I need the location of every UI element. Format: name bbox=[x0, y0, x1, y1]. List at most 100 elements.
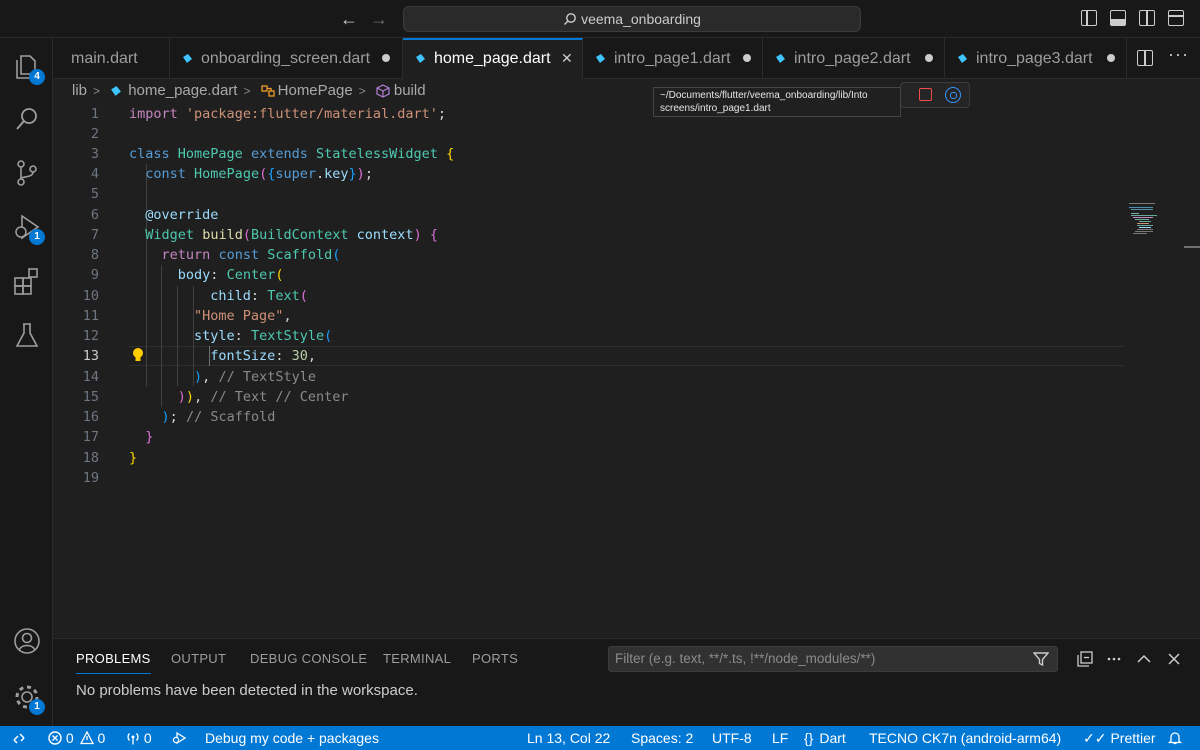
explorer-badge: 4 bbox=[29, 69, 45, 85]
tab-label: main.dart bbox=[71, 50, 138, 67]
encoding[interactable]: UTF-8 bbox=[712, 726, 752, 750]
tab-label: intro_page1.dart bbox=[614, 50, 731, 67]
ports-status[interactable]: 0 bbox=[126, 726, 152, 750]
remote-indicator-icon[interactable] bbox=[12, 726, 26, 750]
breadcrumb-class[interactable]: HomePage bbox=[278, 82, 353, 99]
code-line: child: Text( bbox=[210, 288, 308, 304]
cursor-position[interactable]: Ln 13, Col 22 bbox=[527, 726, 610, 750]
double-check-icon: ✓✓ bbox=[1083, 730, 1107, 746]
breadcrumb-method[interactable]: build bbox=[394, 82, 426, 99]
breadcrumb-folder[interactable]: lib bbox=[72, 82, 87, 99]
end-of-line[interactable]: LF bbox=[772, 726, 788, 750]
braces-icon: {} bbox=[804, 730, 814, 746]
extensions-icon[interactable] bbox=[12, 266, 42, 296]
command-center-search[interactable]: veema_onboarding bbox=[403, 6, 861, 32]
code-line: import 'package:flutter/material.dart'; bbox=[129, 106, 447, 122]
tab-terminal[interactable]: TERMINAL bbox=[383, 651, 451, 666]
status-bar: 0 0 0 Debug my code + packages Ln 13, Co… bbox=[0, 726, 1200, 750]
warning-count: 0 bbox=[97, 730, 106, 746]
tab-label: intro_page3.dart bbox=[976, 50, 1093, 67]
source-control-icon[interactable] bbox=[12, 158, 42, 188]
run-and-debug-icon[interactable]: 1 bbox=[12, 212, 45, 245]
code-line: ), // TextStyle bbox=[194, 369, 316, 385]
search-view-icon[interactable] bbox=[12, 104, 42, 134]
scrollbar-cursor-marker bbox=[1184, 246, 1200, 248]
split-editor-icon[interactable] bbox=[1137, 50, 1153, 66]
unsaved-dot-icon bbox=[1107, 54, 1115, 62]
tab-home-page-dart[interactable]: home_page.dart ✕ bbox=[403, 38, 583, 79]
breadcrumb-file[interactable]: home_page.dart bbox=[128, 82, 237, 99]
dart-file-icon bbox=[958, 54, 967, 64]
dart-file-icon bbox=[776, 54, 785, 64]
error-icon bbox=[48, 731, 62, 745]
code-line: style: TextStyle( bbox=[194, 328, 333, 344]
stop-icon[interactable] bbox=[919, 88, 932, 101]
more-icon[interactable] bbox=[1106, 651, 1122, 667]
tab-ports[interactable]: PORTS bbox=[472, 651, 518, 666]
lightbulb-icon[interactable] bbox=[131, 347, 145, 363]
tab-intro-page2-dart[interactable]: intro_page2.dart bbox=[763, 38, 945, 79]
tooltip-line-1: ~/Documents/flutter/veema_onboarding/lib… bbox=[660, 90, 868, 101]
testing-icon[interactable] bbox=[12, 320, 42, 350]
back-arrow-icon[interactable]: ← bbox=[340, 9, 358, 30]
tab-problems[interactable]: PROBLEMS bbox=[76, 651, 151, 674]
language-mode[interactable]: {} Dart bbox=[804, 726, 846, 750]
tab-intro-page1-dart[interactable]: intro_page1.dart bbox=[583, 38, 763, 79]
problems-filter-input[interactable]: Filter (e.g. text, **/*.ts, !**/node_mod… bbox=[608, 646, 1058, 672]
collapse-all-icon[interactable] bbox=[1077, 651, 1093, 667]
tooltip-line-2: screens/intro_page1.dart bbox=[660, 103, 771, 114]
tab-intro-page3-dart[interactable]: intro_page3.dart bbox=[945, 38, 1127, 79]
line-number: 6 bbox=[90, 207, 99, 223]
code-line: @override bbox=[145, 207, 219, 223]
inspect-widget-icon[interactable] bbox=[945, 87, 961, 103]
customize-layout-icon[interactable] bbox=[1168, 10, 1184, 26]
line-number: 2 bbox=[90, 126, 99, 142]
accounts-icon[interactable] bbox=[12, 626, 42, 656]
maximize-panel-icon[interactable] bbox=[1136, 651, 1152, 667]
close-icon[interactable]: ✕ bbox=[561, 40, 573, 77]
manage-gear-icon[interactable]: 1 bbox=[12, 682, 45, 715]
chevron-right-icon: > bbox=[358, 84, 366, 99]
prettier-status[interactable]: ✓✓ Prettier bbox=[1083, 726, 1156, 750]
toggle-panel-icon[interactable] bbox=[1110, 10, 1126, 26]
indentation[interactable]: Spaces: 2 bbox=[631, 726, 693, 750]
dart-file-icon bbox=[596, 54, 605, 64]
problems-message: No problems have been detected in the wo… bbox=[76, 682, 418, 699]
problems-status[interactable]: 0 0 bbox=[48, 726, 105, 750]
code-editor[interactable]: 1 import 'package:flutter/material.dart';… bbox=[53, 103, 1183, 638]
activity-bar: 4 1 1 bbox=[0, 38, 53, 726]
code-line: body: Center( bbox=[177, 267, 284, 283]
code-line: ); // Scaffold bbox=[161, 409, 276, 425]
tab-output[interactable]: OUTPUT bbox=[171, 651, 226, 666]
toggle-primary-sidebar-icon[interactable] bbox=[1081, 10, 1097, 26]
settings-badge: 1 bbox=[29, 699, 45, 715]
debug-config[interactable]: Debug my code + packages bbox=[205, 726, 379, 750]
debug-launch-icon[interactable] bbox=[172, 726, 188, 750]
unsaved-dot-icon bbox=[925, 54, 933, 62]
more-actions-icon[interactable]: ··· bbox=[1168, 44, 1189, 65]
search-icon bbox=[563, 7, 577, 31]
device-selector[interactable]: TECNO CK7n (android-arm64) bbox=[869, 726, 1061, 750]
unsaved-dot-icon bbox=[382, 54, 390, 62]
dart-file-icon bbox=[183, 54, 192, 64]
close-panel-icon[interactable] bbox=[1166, 651, 1182, 667]
tab-main-dart[interactable]: main.dart bbox=[53, 38, 170, 79]
toggle-secondary-sidebar-icon[interactable] bbox=[1139, 10, 1155, 26]
tab-onboarding-screen-dart[interactable]: onboarding_screen.dart bbox=[170, 38, 403, 79]
breadcrumb: lib > home_page.dart > HomePage > build bbox=[72, 80, 426, 102]
search-text: veema_onboarding bbox=[581, 11, 701, 27]
broadcast-icon bbox=[127, 733, 139, 745]
code-line: } bbox=[129, 450, 138, 466]
line-number: 11 bbox=[82, 308, 99, 324]
class-symbol-icon bbox=[260, 85, 275, 97]
minimap[interactable] bbox=[1129, 203, 1169, 243]
code-line: fontSize: 30, bbox=[210, 348, 316, 364]
line-number: 15 bbox=[82, 389, 99, 405]
explorer-icon[interactable]: 4 bbox=[12, 52, 45, 85]
line-number: 16 bbox=[82, 409, 99, 425]
notifications-bell-icon[interactable] bbox=[1167, 726, 1183, 750]
tab-debug-console[interactable]: DEBUG CONSOLE bbox=[250, 651, 367, 666]
line-number: 1 bbox=[90, 106, 99, 122]
filter-icon[interactable] bbox=[1033, 651, 1049, 667]
forward-arrow-icon[interactable]: → bbox=[370, 9, 388, 30]
